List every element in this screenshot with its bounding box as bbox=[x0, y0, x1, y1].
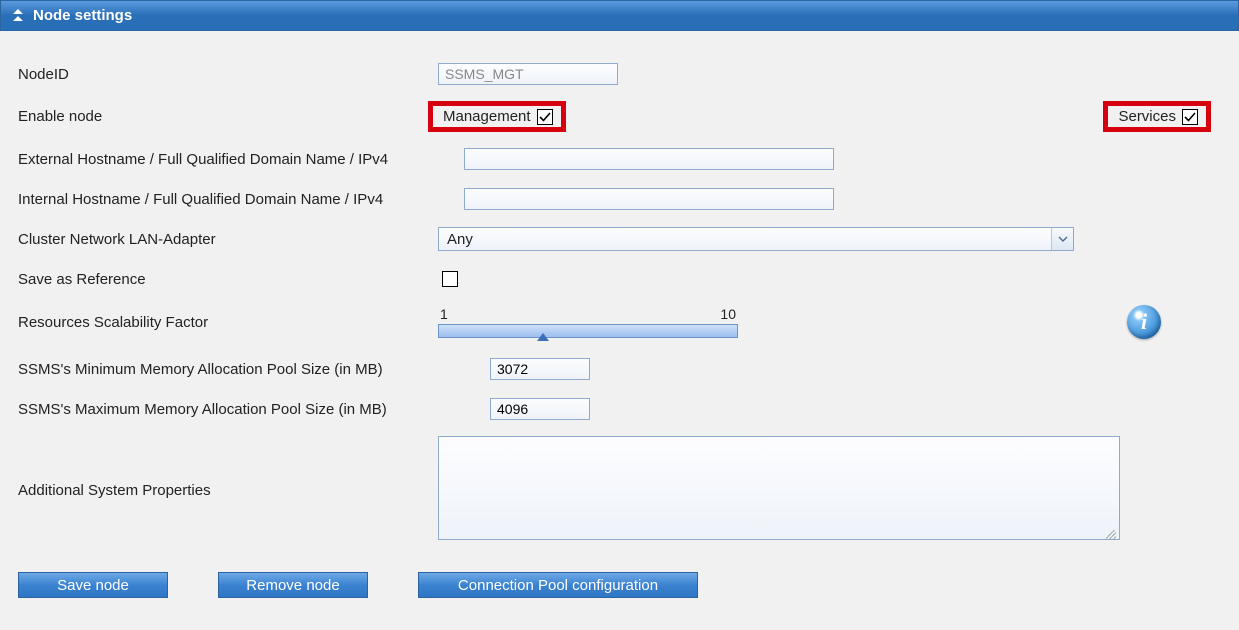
min-memory-label: SSMS's Minimum Memory Allocation Pool Si… bbox=[18, 361, 490, 378]
cluster-adapter-dropdown[interactable]: Any bbox=[438, 227, 1074, 251]
management-checkbox[interactable] bbox=[537, 109, 553, 125]
external-hostname-input[interactable] bbox=[464, 148, 834, 170]
remove-node-button[interactable]: Remove node bbox=[218, 572, 368, 598]
management-highlight: Management bbox=[428, 101, 566, 132]
collapse-icon bbox=[11, 9, 25, 23]
cluster-adapter-value: Any bbox=[447, 231, 473, 248]
scalability-max: 10 bbox=[720, 306, 736, 322]
scalability-slider[interactable]: 1 10 bbox=[438, 306, 738, 338]
external-hostname-label: External Hostname / Full Qualified Domai… bbox=[18, 151, 464, 168]
slider-handle-icon[interactable] bbox=[537, 333, 549, 341]
management-checkbox-label: Management bbox=[443, 108, 531, 125]
additional-properties-textarea[interactable] bbox=[438, 436, 1120, 540]
node-id-input bbox=[438, 63, 618, 85]
services-checkbox[interactable] bbox=[1182, 109, 1198, 125]
connection-pool-button[interactable]: Connection Pool configuration bbox=[418, 572, 698, 598]
panel-header[interactable]: Node settings bbox=[0, 0, 1239, 31]
scalability-min: 1 bbox=[440, 306, 448, 322]
save-reference-label: Save as Reference bbox=[18, 271, 438, 288]
max-memory-input[interactable] bbox=[490, 398, 590, 420]
scalability-label: Resources Scalability Factor bbox=[18, 314, 438, 331]
buttons-row: Save node Remove node Connection Pool co… bbox=[18, 572, 1221, 598]
cluster-adapter-label: Cluster Network LAN-Adapter bbox=[18, 231, 438, 248]
panel-title: Node settings bbox=[33, 7, 132, 24]
internal-hostname-input[interactable] bbox=[464, 188, 834, 210]
save-reference-checkbox[interactable] bbox=[442, 271, 458, 287]
slider-track[interactable] bbox=[438, 324, 738, 338]
max-memory-label: SSMS's Maximum Memory Allocation Pool Si… bbox=[18, 401, 490, 418]
additional-properties-label: Additional System Properties bbox=[18, 482, 438, 499]
save-node-button[interactable]: Save node bbox=[18, 572, 168, 598]
enable-node-label: Enable node bbox=[18, 108, 438, 125]
info-icon[interactable]: i bbox=[1127, 305, 1161, 339]
services-highlight: Services bbox=[1103, 101, 1211, 132]
panel-body: NodeID Enable node Management Services E… bbox=[0, 31, 1239, 630]
chevron-down-icon bbox=[1051, 228, 1073, 250]
node-id-label: NodeID bbox=[18, 66, 438, 83]
internal-hostname-label: Internal Hostname / Full Qualified Domai… bbox=[18, 191, 464, 208]
min-memory-input[interactable] bbox=[490, 358, 590, 380]
services-checkbox-label: Services bbox=[1118, 108, 1176, 125]
